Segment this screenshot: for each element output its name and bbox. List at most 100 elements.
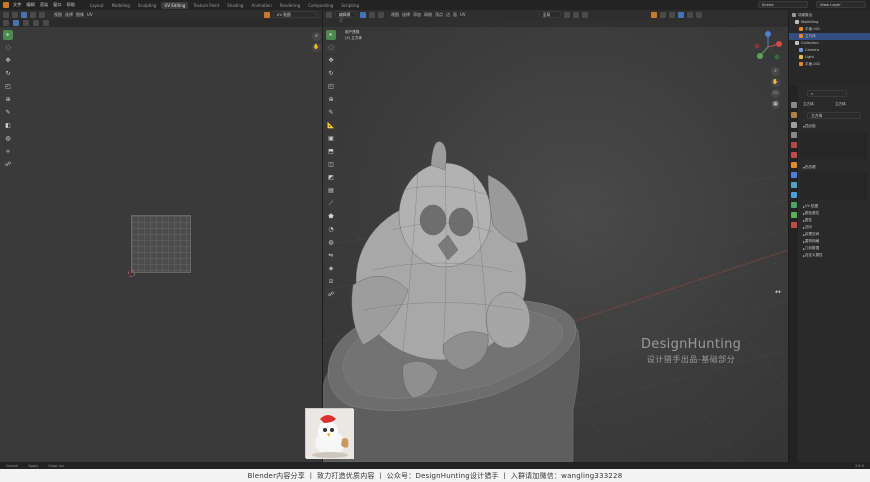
view-layer-tab-icon[interactable] bbox=[790, 132, 797, 138]
transform-tool-icon[interactable]: ⊕ bbox=[326, 95, 336, 105]
viewport-menu-vertex[interactable]: 顶点 bbox=[435, 12, 443, 18]
custom-properties-section-header[interactable]: ▸ 自定义属性 bbox=[800, 252, 867, 259]
snap-icon[interactable] bbox=[572, 11, 579, 18]
mesh-data-name-field[interactable]: 立方体 bbox=[807, 112, 861, 119]
color-attributes-section-header[interactable]: ▸ 颜色属性 bbox=[800, 210, 867, 217]
mode-selector[interactable]: 编辑模式 bbox=[335, 11, 357, 23]
edge-slide-tool-icon[interactable]: ⇋ bbox=[326, 251, 336, 261]
attributes-section-header[interactable]: ▸ 属性 bbox=[800, 217, 867, 224]
viewport-menu-face[interactable]: 面 bbox=[453, 12, 457, 18]
world-tab-icon[interactable] bbox=[790, 152, 797, 158]
tab-uv-editing[interactable]: UV Editing bbox=[161, 1, 189, 9]
shrink-fatten-tool-icon[interactable]: ◈ bbox=[326, 264, 336, 274]
viewport-menu-mesh[interactable]: 网格 bbox=[424, 12, 432, 18]
wireframe-shading-icon[interactable] bbox=[668, 11, 675, 18]
mesh-data-tab-icon[interactable] bbox=[790, 212, 797, 218]
uv-menu-select[interactable]: 选择 bbox=[65, 12, 73, 18]
loop-cut-tool-icon[interactable]: ▤ bbox=[326, 186, 336, 196]
outliner-row-active[interactable]: 立方体 bbox=[789, 33, 870, 40]
tab-layout[interactable]: Layout bbox=[87, 2, 107, 9]
poly-build-tool-icon[interactable]: ⬟ bbox=[326, 212, 336, 222]
uv-pan-hand-icon[interactable]: ✋ bbox=[312, 43, 321, 52]
measure-tool-icon[interactable]: 📐 bbox=[326, 121, 336, 131]
vertex-select-icon[interactable] bbox=[21, 11, 27, 18]
viewport-menu-edge[interactable]: 边 bbox=[446, 12, 450, 18]
tool-tab-icon[interactable] bbox=[790, 102, 797, 108]
menu-help[interactable]: 帮助 bbox=[67, 2, 75, 8]
outliner-row[interactable]: 平面.002 bbox=[789, 61, 870, 68]
normals-section-header[interactable]: ▸ 法向 bbox=[800, 224, 867, 231]
menu-file[interactable]: 文件 bbox=[13, 2, 21, 8]
spin-tool-icon[interactable]: ◔ bbox=[326, 225, 336, 235]
remesh-section-header[interactable]: ▸ 重构网格 bbox=[800, 238, 867, 245]
outliner-row[interactable]: Camera bbox=[789, 47, 870, 54]
3d-viewport[interactable]: 编辑模式 视图 选择 添加 网格 顶点 边 面 UV 全局 用户透视 (2) 立… bbox=[323, 10, 788, 462]
uv-editor[interactable]: 视图 选择 图像 UV UV 贴图 ▸ ◌ ✥ ↻ ◰ ⊕ ✎ ◧ ◍ ⟡ ☍ … bbox=[0, 10, 322, 462]
properties-search-field[interactable]: ⌕ bbox=[807, 90, 847, 97]
move-tool-icon[interactable]: ✥ bbox=[326, 56, 336, 66]
tab-modeling[interactable]: Modeling bbox=[109, 2, 133, 9]
object-tab-icon[interactable] bbox=[790, 162, 797, 168]
smooth-tool-icon[interactable]: ◍ bbox=[326, 238, 336, 248]
xray-icon[interactable] bbox=[659, 11, 666, 18]
particles-tab-icon[interactable] bbox=[790, 182, 797, 188]
viewport-face-select-icon[interactable] bbox=[378, 11, 384, 18]
outliner-row[interactable]: 平面.001 bbox=[789, 26, 870, 33]
uv-menu-view[interactable]: 视图 bbox=[54, 12, 62, 18]
shape-keys-list[interactable] bbox=[800, 172, 867, 200]
viewport-menu-view[interactable]: 视图 bbox=[391, 12, 399, 18]
tab-scripting[interactable]: Scripting bbox=[338, 2, 362, 9]
transform-orientation-dropdown[interactable]: 全局 bbox=[538, 11, 561, 18]
uv-menu-image[interactable]: 图像 bbox=[76, 12, 84, 18]
uv-transform-tool-icon[interactable]: ⊕ bbox=[3, 95, 13, 105]
rip-region-tool-icon[interactable]: ☍ bbox=[326, 290, 336, 300]
solid-shading-icon[interactable] bbox=[677, 11, 684, 18]
tab-texture-paint[interactable]: Texture Paint bbox=[190, 2, 222, 9]
uv-move-tool-icon[interactable]: ✥ bbox=[3, 56, 13, 66]
uv-map-field[interactable]: UV 贴图 bbox=[272, 11, 317, 18]
uv-cursor-tool-icon[interactable]: ◌ bbox=[3, 43, 13, 53]
outliner-row[interactable]: Collection bbox=[789, 40, 870, 47]
physics-tab-icon[interactable] bbox=[790, 192, 797, 198]
annotate-tool-icon[interactable]: ✎ bbox=[326, 108, 336, 118]
tab-rendering[interactable]: Rendering bbox=[277, 2, 303, 9]
overlay-icon[interactable] bbox=[650, 11, 657, 18]
extrude-tool-icon[interactable]: ⬒ bbox=[326, 147, 336, 157]
uv-menu-uv[interactable]: UV bbox=[87, 12, 93, 17]
uv-rip-tool-icon[interactable]: ☍ bbox=[3, 160, 13, 170]
proportional-edit-icon[interactable] bbox=[581, 11, 588, 18]
sync-selection-icon[interactable] bbox=[3, 20, 9, 26]
tab-shading[interactable]: Shading bbox=[224, 2, 246, 9]
perspective-toggle-icon[interactable]: ▦ bbox=[771, 100, 780, 109]
outliner-row[interactable]: Modelling bbox=[789, 19, 870, 26]
constraints-tab-icon[interactable] bbox=[790, 202, 797, 208]
viewport-menu-add[interactable]: 添加 bbox=[413, 12, 421, 18]
cursor-tool-icon[interactable]: ◌ bbox=[326, 43, 336, 53]
object-name-tab[interactable]: 立方体 bbox=[803, 102, 814, 107]
output-tab-icon[interactable] bbox=[790, 122, 797, 128]
render-tab-icon[interactable] bbox=[790, 112, 797, 118]
menu-edit[interactable]: 编辑 bbox=[26, 2, 34, 8]
pin-icon[interactable] bbox=[263, 11, 270, 18]
texture-space-section-header[interactable]: ▸ 纹理空间 bbox=[800, 231, 867, 238]
pivot-icon[interactable] bbox=[563, 11, 570, 18]
material-shading-icon[interactable] bbox=[686, 11, 693, 18]
viewport-menu-select[interactable]: 选择 bbox=[402, 12, 410, 18]
blender-logo-icon[interactable] bbox=[3, 2, 9, 8]
uv-face-mode-icon[interactable] bbox=[33, 20, 39, 26]
rendered-shading-icon[interactable] bbox=[695, 11, 702, 18]
tab-animation[interactable]: Animation bbox=[248, 2, 274, 9]
scale-tool-icon[interactable]: ◰ bbox=[326, 82, 336, 92]
viewport-editor-type-icon[interactable] bbox=[326, 11, 332, 18]
editor-type-icon[interactable] bbox=[3, 11, 9, 18]
menu-render[interactable]: 渲染 bbox=[40, 2, 48, 8]
uv-scale-tool-icon[interactable]: ◰ bbox=[3, 82, 13, 92]
bevel-tool-icon[interactable]: ◩ bbox=[326, 173, 336, 183]
viewport-edge-select-icon[interactable] bbox=[369, 11, 375, 18]
navigation-gizmo[interactable] bbox=[751, 30, 785, 64]
knife-tool-icon[interactable]: ⟋ bbox=[326, 199, 336, 209]
add-cube-tool-icon[interactable]: ▣ bbox=[326, 134, 336, 144]
viewport-zoom-icon[interactable]: ⌕ bbox=[771, 67, 780, 76]
uv-vertex-mode-icon[interactable] bbox=[13, 20, 19, 26]
uv-maps-section-header[interactable]: ▸ UV 贴图 bbox=[800, 203, 867, 210]
